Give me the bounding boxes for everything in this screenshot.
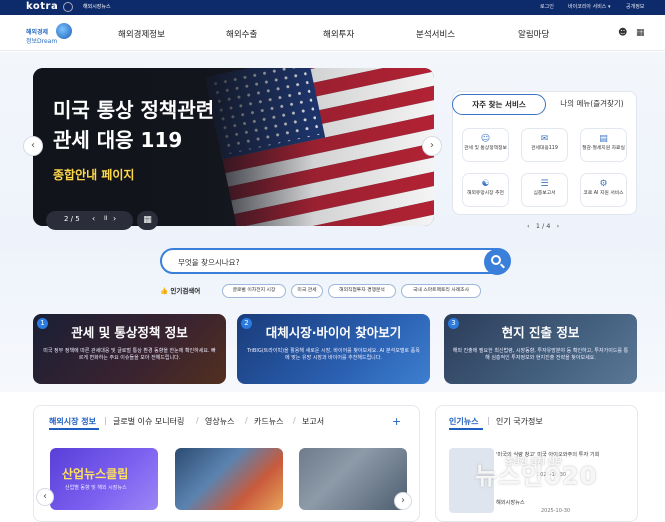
pager-pause-icon[interactable]: II — [104, 215, 108, 222]
thumb-shipyard[interactable] — [299, 448, 407, 510]
tab-video-news[interactable]: 영상뉴스 — [205, 416, 234, 427]
popular-keywords-label: 👍 인기검색어 — [160, 287, 201, 295]
hero-prev-arrow-icon[interactable]: ‹ — [23, 136, 43, 156]
tab-frequent-services[interactable]: 자주 찾는 서비스 — [452, 94, 546, 115]
card-description: TriBIG(트라이빅)을 활용해 새로운 시장, 바이어를 찾아보세요. AI… — [247, 348, 420, 361]
login-link[interactable]: 로그인 — [540, 3, 554, 10]
card-title: 관세 및 통상정책 정보 — [71, 325, 188, 340]
hero-title-line1: 미국 통상 정책관련 — [53, 98, 215, 122]
watermark-sub: 충청권 경제 신문 — [505, 457, 563, 466]
brand-line1: 해외경제 — [26, 29, 49, 36]
thumb-batteries[interactable] — [175, 448, 283, 510]
public-info-link[interactable]: 공개정보 — [626, 3, 644, 10]
main-nav: 해외경제 정보Dream 해외경제정보 해외수출 해외투자 분석서비스 알림마당… — [0, 15, 665, 51]
handshake-icon: ☯ — [481, 179, 490, 189]
folder-icon: ▤ — [599, 134, 608, 144]
home-icon[interactable] — [63, 2, 73, 12]
tab-market-info[interactable]: 해외시장 정보 — [49, 416, 96, 427]
services-next-icon[interactable]: › — [557, 222, 560, 230]
tab-card-news[interactable]: 카드뉴스 — [254, 416, 283, 427]
pager-prev-icon[interactable]: ‹ — [92, 214, 95, 223]
globe-icon — [56, 23, 72, 39]
service-tariff-119[interactable]: ✉ 관세대응119 — [521, 128, 568, 162]
services-page: 1 / 4 — [535, 222, 551, 230]
keyword-chip-3[interactable]: 해외직접투자 경쟁분석 — [328, 284, 396, 298]
thumb-title: 산업뉴스클립 — [62, 467, 129, 481]
person-icon: ☺ — [480, 134, 491, 144]
robot-icon: ⚙ — [599, 179, 608, 189]
kotra-logo[interactable]: kotra — [26, 1, 58, 12]
brand-line2: 정보Dream — [26, 38, 58, 45]
feature-card-buyer[interactable]: 2 대체시장·바이어 찾아보기 TriBIG(트라이빅)을 활용해 새로운 시장… — [237, 314, 430, 384]
news-date-2: 2025-10-30 — [541, 508, 571, 514]
hero-next-arrow-icon[interactable]: › — [422, 136, 442, 156]
report-icon: ☰ — [540, 179, 549, 189]
nav-item-analysis[interactable]: 분석서비스 — [416, 28, 455, 40]
keyword-chip-4[interactable]: 국내 스마트팩토리 사례조사 — [401, 284, 481, 298]
keyword-chip-1[interactable]: 글로벌 이차전지 시장 — [222, 284, 286, 298]
service-market-recommend[interactable]: ☯ 해외유망시장 추천 — [462, 173, 509, 207]
hero-pager: 2 / 5 ‹ II › — [46, 211, 133, 230]
tab-my-menu[interactable]: 나의 메뉴(즐겨찾기) — [546, 94, 638, 115]
service-report[interactable]: ☰ 심층보고서 — [521, 173, 568, 207]
nav-item-notice[interactable]: 알림마당 — [518, 28, 549, 40]
grid-icon[interactable]: ▦ — [636, 28, 645, 38]
nav-item-export[interactable]: 해외수출 — [226, 28, 257, 40]
card-title: 대체시장·바이어 찾아보기 — [265, 325, 402, 340]
service-link[interactable]: 바이코리아 서비스 ▾ — [568, 3, 611, 10]
feature-card-customs[interactable]: 1 관세 및 통상정책 정보 미국 정부 정책에 따른 관세대응 및 글로벌 통… — [33, 314, 226, 384]
tab-popular-news[interactable]: 인기뉴스 — [449, 416, 478, 427]
list-prev-arrow-icon[interactable]: ‹ — [36, 488, 54, 506]
card-description: 미국 정부 정책에 따른 관세대응 및 글로벌 통상 환경 동향을 한눈에 확인… — [43, 348, 216, 361]
tab-report[interactable]: 보고서 — [302, 416, 324, 427]
service-customs-policy[interactable]: ☺ 관세 및 통상정책정보 — [462, 128, 509, 162]
hero-title-line2: 관세 대응 119 — [53, 128, 183, 152]
card-title: 현지 진출 정보 — [501, 325, 580, 340]
hero-banner[interactable]: 미국 통상 정책관련 관세 대응 119 종합안내 페이지 — [33, 68, 434, 226]
card-description: 해외 진출에 필요한 최신법령, 시장동향, 투자유망분야 등 확인하고, 투자… — [452, 348, 629, 361]
top-bar: kotra 해외시장뉴스 로그인 바이코리아 서비스 ▾ 공개정보 — [0, 0, 665, 15]
feature-card-local[interactable]: 3 현지 진출 정보 해외 진출에 필요한 최신법령, 시장동향, 투자유망분야… — [444, 314, 637, 384]
tab-global-issue[interactable]: 글로벌 이슈 모니터링 — [113, 416, 184, 427]
site-brand[interactable]: 해외경제 정보Dream — [26, 23, 81, 49]
hero-grid-button[interactable]: ▦ — [137, 211, 158, 230]
keyword-chip-2[interactable]: 미국 관세 — [291, 284, 323, 298]
user-icon[interactable]: ☻ — [618, 28, 627, 38]
services-prev-icon[interactable]: ‹ — [527, 222, 530, 230]
site-link[interactable]: 해외시장뉴스 — [83, 3, 111, 10]
hero-subtitle: 종합안내 페이지 — [53, 168, 135, 182]
search-button[interactable] — [484, 249, 510, 275]
hero-page-indicator: 2 / 5 — [64, 215, 80, 223]
list-next-arrow-icon[interactable]: › — [394, 492, 412, 510]
service-archive[interactable]: ▤ 절감·절세지원 자료실 — [580, 128, 627, 162]
search-bar[interactable]: 무엇을 찾으시나요? — [160, 248, 511, 275]
tab-popular-country[interactable]: 인기 국가정보 — [496, 416, 543, 427]
nav-item-investment[interactable]: 해외투자 — [323, 28, 354, 40]
chat-icon: ✉ — [540, 134, 549, 144]
thumb-subtitle: 산업별 동향 및 해외 시장뉴스 — [65, 485, 127, 491]
search-input[interactable]: 무엇을 찾으시나요? — [178, 257, 240, 268]
nav-item-overseas-info[interactable]: 해외경제정보 — [118, 28, 165, 40]
more-plus-icon[interactable]: + — [392, 415, 401, 428]
thumb-industry-clip[interactable]: 산업뉴스클립 산업별 동향 및 해외 시장뉴스 — [50, 448, 158, 510]
pager-next-icon[interactable]: › — [113, 214, 116, 223]
services-pager: ‹ 1 / 4 › — [527, 222, 559, 230]
news-item-2[interactable]: 해외시장뉴스 — [496, 500, 536, 507]
service-ai[interactable]: ⚙ 코로 AI 지원 서비스 — [580, 173, 627, 207]
